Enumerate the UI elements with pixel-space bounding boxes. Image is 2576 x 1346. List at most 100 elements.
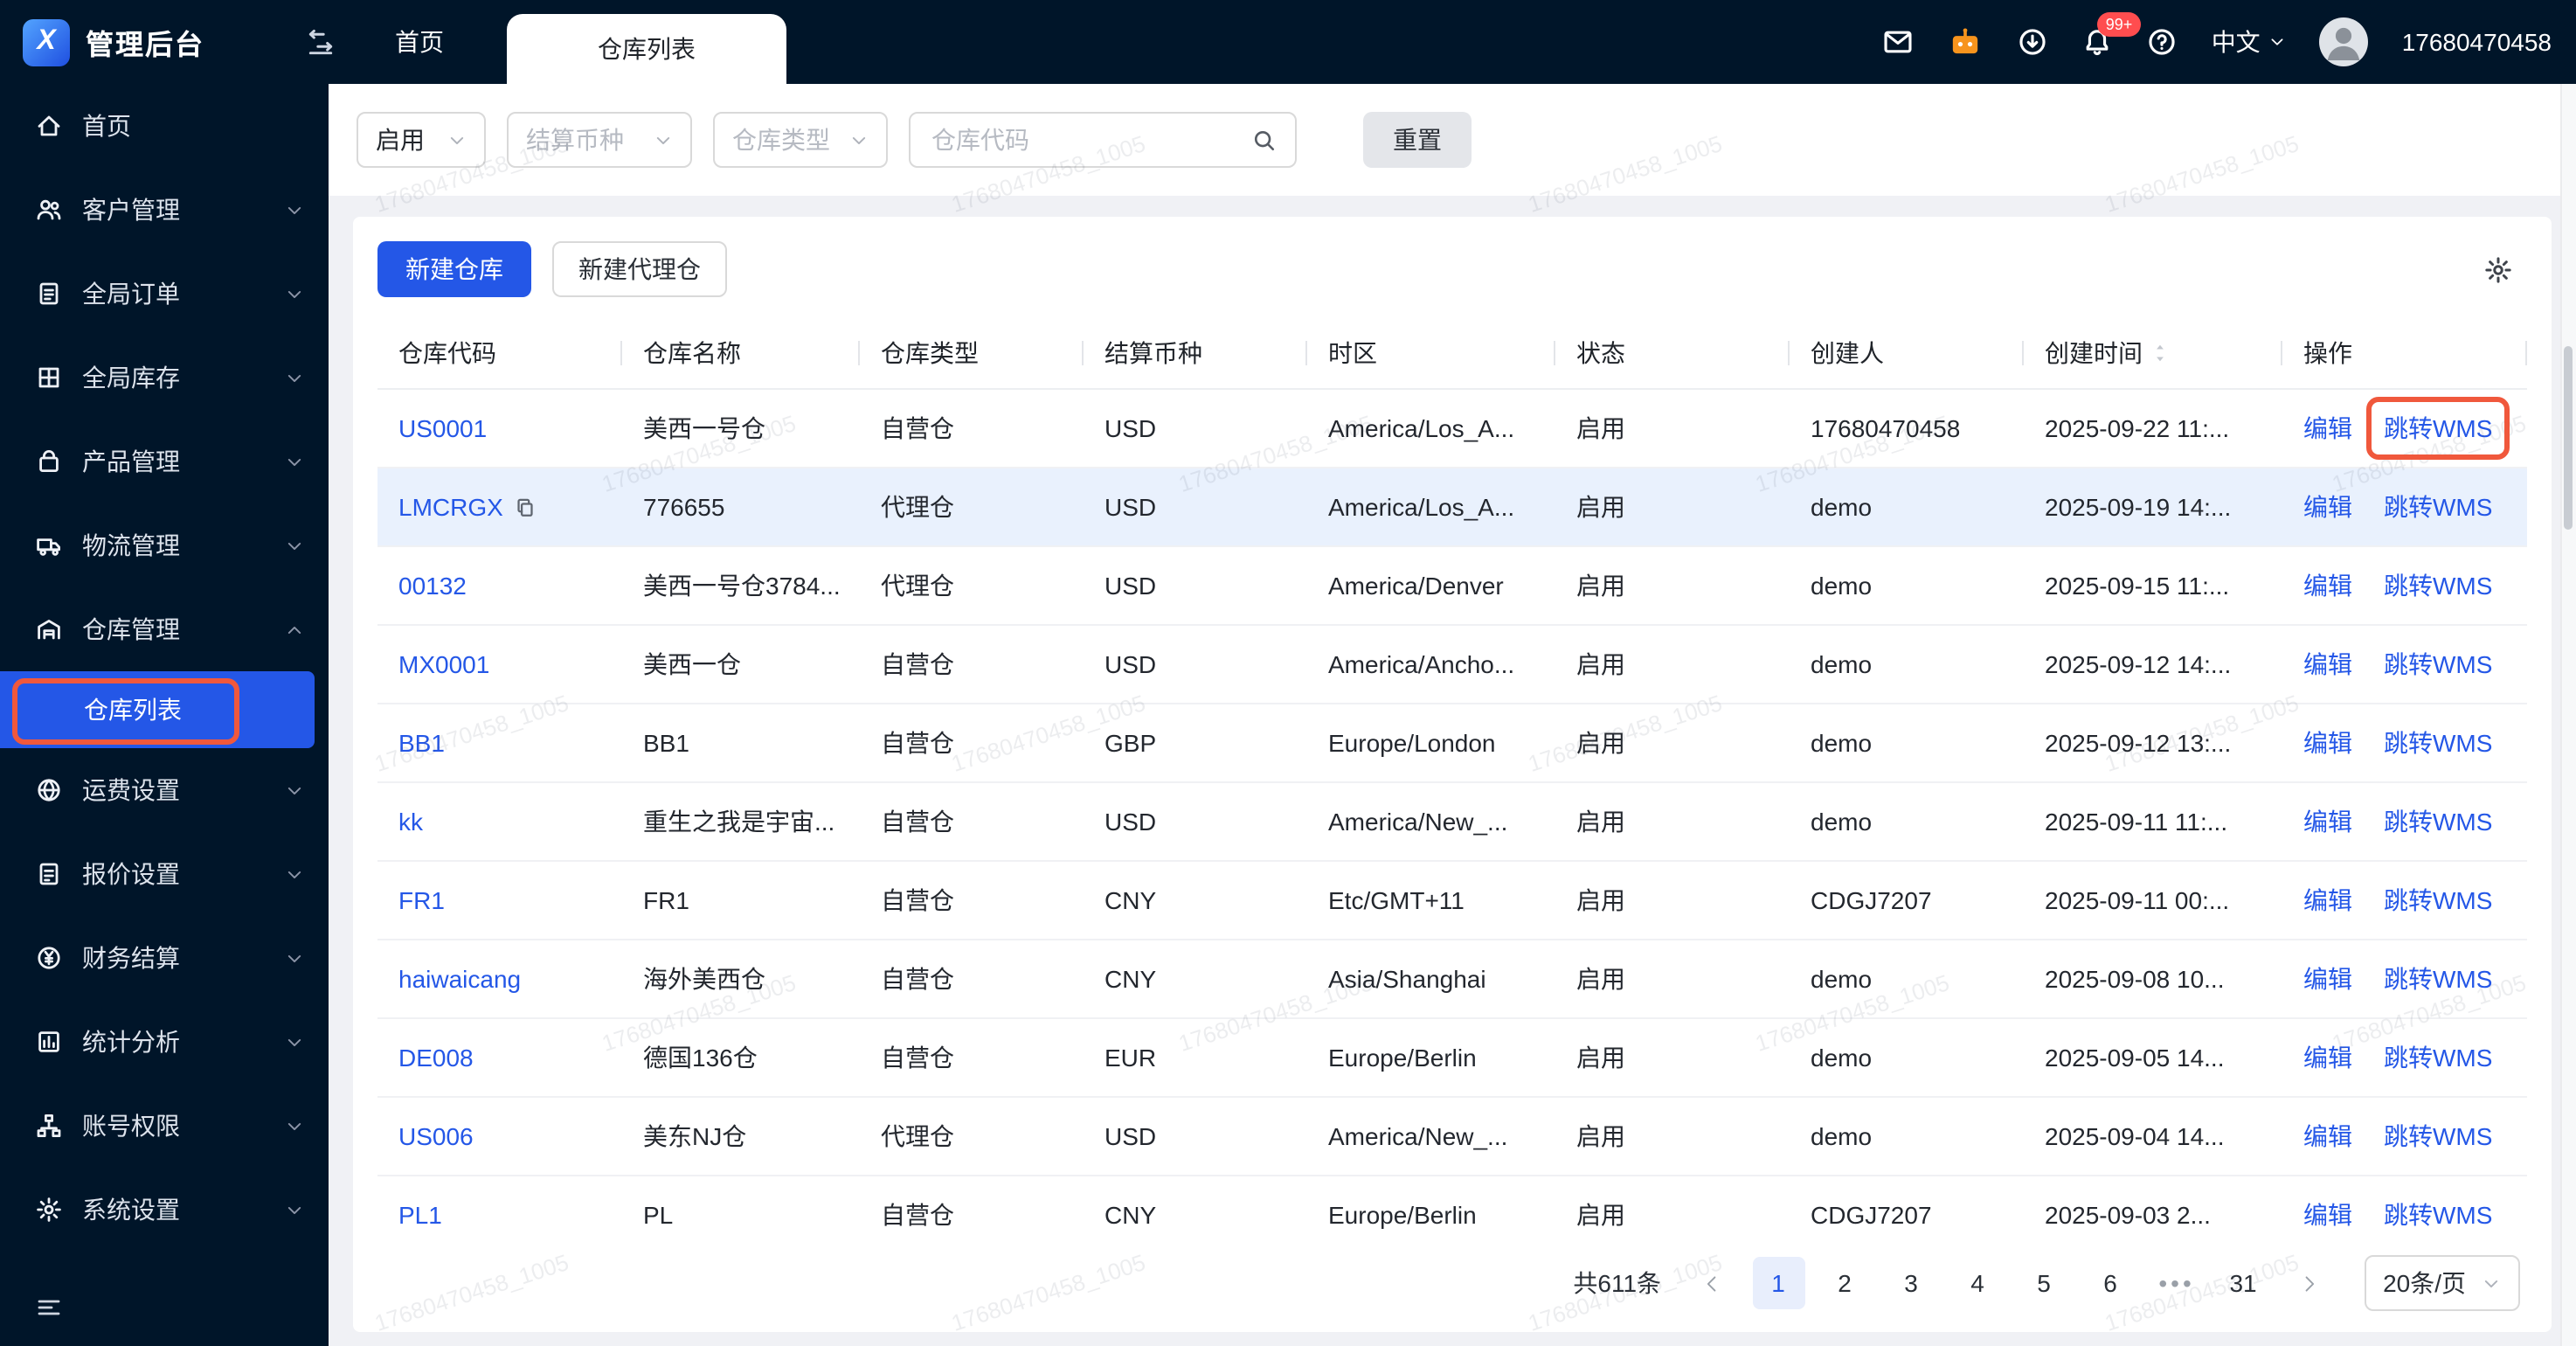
sidebar-item-account-permissions[interactable]: 账号权限: [0, 1084, 329, 1168]
sidebar-item-warehouse-management[interactable]: 仓库管理: [0, 587, 329, 671]
new-warehouse-button[interactable]: 新建仓库: [377, 241, 531, 297]
edit-link[interactable]: 编辑: [2303, 1044, 2352, 1072]
jump-wms-link[interactable]: 跳转WMS: [2384, 493, 2492, 521]
warehouse-code-input[interactable]: [928, 124, 1241, 156]
robot-assistant-icon[interactable]: [1948, 24, 1984, 60]
edit-link[interactable]: 编辑: [2303, 886, 2352, 914]
warehouse-code-link[interactable]: US0001: [398, 414, 487, 442]
avatar[interactable]: [2319, 17, 2369, 66]
warehouse-code-link[interactable]: kk: [398, 808, 423, 836]
warehouse-code-link[interactable]: MX0001: [398, 650, 489, 678]
warehouse-code-link[interactable]: FR1: [398, 886, 445, 914]
jump-wms-wrap: 跳转WMS: [2384, 1040, 2492, 1075]
page-ellipsis[interactable]: •••: [2150, 1269, 2203, 1297]
prev-page-button[interactable]: [1686, 1257, 1738, 1309]
warehouse-code-link[interactable]: US006: [398, 1122, 474, 1150]
page-button-5[interactable]: 5: [2018, 1257, 2070, 1309]
page-size-select[interactable]: 20条/页: [2364, 1255, 2520, 1311]
status-cell: 启用: [1555, 546, 1790, 626]
sidebar-item-statistics-analysis[interactable]: 统计分析: [0, 1000, 329, 1084]
warehouse-code-link[interactable]: haiwaicang: [398, 965, 521, 993]
inbox-icon[interactable]: [1883, 26, 1915, 58]
sidebar-item-quote-settings[interactable]: 报价设置: [0, 832, 329, 916]
notifications[interactable]: 99+: [2082, 12, 2141, 58]
sidebar-item-warehouse-list[interactable]: 仓库列表: [0, 671, 315, 748]
edit-link[interactable]: 编辑: [2303, 965, 2352, 993]
jump-wms-link[interactable]: 跳转WMS: [2384, 886, 2492, 914]
sidebar-item-global-inventory[interactable]: 全局库存: [0, 336, 329, 420]
warehouse-code-cell: LMCRGX: [377, 468, 622, 547]
main-content: 启用 结算币种 仓库类型 重置 新建仓库 新建代理仓: [329, 84, 2576, 1346]
topbar-tab-home[interactable]: 首页: [360, 0, 479, 84]
search-icon[interactable]: [1251, 127, 1278, 153]
page-button-6[interactable]: 6: [2084, 1257, 2136, 1309]
sidebar-item-system-settings[interactable]: 系统设置: [0, 1168, 329, 1252]
column-header-2: 仓库名称: [622, 318, 860, 390]
download-icon[interactable]: [2018, 26, 2049, 58]
chevron-down-icon: [654, 130, 673, 149]
jump-wms-link[interactable]: 跳转WMS: [2384, 1201, 2492, 1229]
status-filter-select[interactable]: 启用: [357, 112, 486, 168]
warehouse-name-cell: 776655: [622, 468, 860, 547]
page-button-4[interactable]: 4: [1951, 1257, 2004, 1309]
sidebar-item-customer-management[interactable]: 客户管理: [0, 168, 329, 252]
edit-link[interactable]: 编辑: [2303, 808, 2352, 836]
chevron-down-icon: [285, 452, 304, 471]
chevron-down-icon: [285, 536, 304, 555]
sidebar-item-freight-settings[interactable]: 运费设置: [0, 748, 329, 832]
created-time-cell: 2025-09-05 14...: [2024, 1018, 2282, 1098]
table-settings-icon[interactable]: [2483, 254, 2513, 284]
page-button-1[interactable]: 1: [1752, 1257, 1805, 1309]
warehouse-code-link[interactable]: 00132: [398, 572, 467, 600]
language-selector[interactable]: 中文: [2212, 24, 2287, 59]
jump-wms-link[interactable]: 跳转WMS: [2384, 414, 2492, 442]
jump-wms-link[interactable]: 跳转WMS: [2384, 808, 2492, 836]
sidebar-item-logistics-management[interactable]: 物流管理: [0, 503, 329, 587]
sidebar-item-home[interactable]: 首页: [0, 84, 329, 168]
help-icon[interactable]: [2147, 26, 2178, 58]
jump-wms-link[interactable]: 跳转WMS: [2384, 572, 2492, 600]
currency-cell: CNY: [1084, 861, 1307, 940]
edit-link[interactable]: 编辑: [2303, 650, 2352, 678]
warehouse-code-link[interactable]: BB1: [398, 729, 445, 757]
edit-link[interactable]: 编辑: [2303, 414, 2352, 442]
scrollbar-thumb[interactable]: [2564, 346, 2573, 530]
sidebar-item-product-management[interactable]: 产品管理: [0, 420, 329, 503]
next-page-button[interactable]: [2283, 1257, 2336, 1309]
edit-link[interactable]: 编辑: [2303, 572, 2352, 600]
table-row: US006 美东NJ仓 代理仓 USD America/New_... 启用 demo 202…: [377, 1097, 2527, 1176]
jump-wms-link[interactable]: 跳转WMS: [2384, 1044, 2492, 1072]
collapse-sidebar-icon[interactable]: [306, 27, 336, 57]
table-row: 00132 美西一号仓3784... 代理仓 USD America/Denver 启用 d…: [377, 546, 2527, 626]
topbar-tab-warehouse-list[interactable]: 仓库列表: [507, 14, 786, 84]
currency-cell: CNY: [1084, 1176, 1307, 1234]
warehouse-code-link[interactable]: PL1: [398, 1201, 442, 1229]
status-cell: 启用: [1555, 1097, 1790, 1176]
status-cell: 启用: [1555, 1176, 1790, 1234]
page-scrollbar[interactable]: [2560, 84, 2576, 1346]
edit-link[interactable]: 编辑: [2303, 1201, 2352, 1229]
jump-wms-link[interactable]: 跳转WMS: [2384, 650, 2492, 678]
edit-link[interactable]: 编辑: [2303, 729, 2352, 757]
sidebar-item-finance-settlement[interactable]: 财务结算: [0, 916, 329, 1000]
timezone-cell: America/Los_A...: [1307, 468, 1555, 547]
warehouse-code-link[interactable]: DE008: [398, 1044, 474, 1072]
sidebar-item-global-orders[interactable]: 全局订单: [0, 252, 329, 336]
sort-icon[interactable]: [2150, 341, 2171, 365]
jump-wms-link[interactable]: 跳转WMS: [2384, 1122, 2492, 1150]
page-button-2[interactable]: 2: [1818, 1257, 1871, 1309]
edit-link[interactable]: 编辑: [2303, 1122, 2352, 1150]
new-agent-warehouse-button[interactable]: 新建代理仓: [552, 241, 727, 297]
reset-button[interactable]: 重置: [1363, 112, 1472, 168]
warehouse-code-link[interactable]: LMCRGX: [398, 493, 503, 521]
page-button-31[interactable]: 31: [2217, 1257, 2269, 1309]
page-button-3[interactable]: 3: [1885, 1257, 1937, 1309]
copy-icon[interactable]: [514, 496, 537, 519]
edit-link[interactable]: 编辑: [2303, 493, 2352, 521]
jump-wms-link[interactable]: 跳转WMS: [2384, 965, 2492, 993]
jump-wms-link[interactable]: 跳转WMS: [2384, 729, 2492, 757]
menu-toggle-icon[interactable]: [35, 1294, 63, 1322]
currency-filter-select[interactable]: 结算币种: [507, 112, 692, 168]
table-row: MX0001 美西一仓 自营仓 USD America/Ancho... 启用 demo 20…: [377, 625, 2527, 704]
warehouse-type-filter-select[interactable]: 仓库类型: [713, 112, 888, 168]
